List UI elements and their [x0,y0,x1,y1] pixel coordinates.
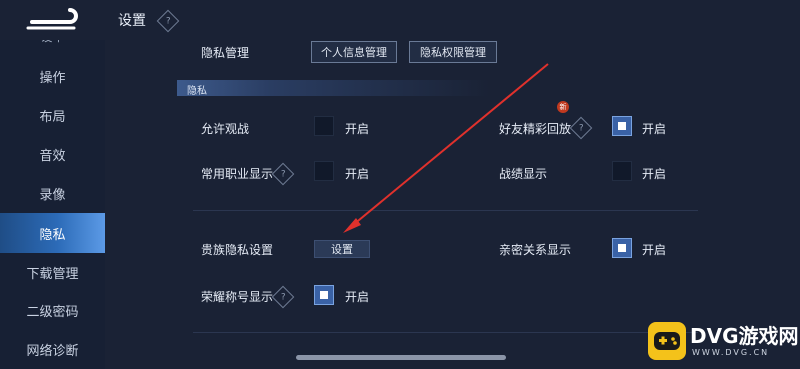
battle-record-label: 战绩显示 [499,167,548,181]
back-arrow-icon [26,8,78,30]
honor-title-state: 开启 [345,290,370,304]
privacy-section-header: 隐私 [177,80,697,97]
sidebar-item-recording[interactable]: 录像 [0,174,105,212]
watermark-url: WWW.DVG.CN [692,348,770,357]
divider [193,332,698,333]
noble-privacy-label: 贵族隐私设置 [201,243,274,257]
watermark-brand: DVG游戏网 [690,324,799,348]
allow-spectate-checkbox[interactable] [314,116,334,136]
sidebar-item-downloads[interactable]: 下载管理 [0,253,105,291]
highlight-replay-state: 开启 [642,122,667,136]
new-badge: 新 [557,101,569,113]
intimate-relation-checkbox[interactable] [612,238,632,258]
sidebar-item-layout[interactable]: 布局 [0,96,105,134]
honor-title-checkbox[interactable] [314,285,334,305]
question-icon[interactable]: ? [271,162,295,186]
common-role-label: 常用职业显示 [201,167,274,181]
watermark: DVG游戏网 WWW.DVG.CN [648,318,799,366]
sidebar-item-audio[interactable]: 音效 [0,135,105,173]
honor-title-label: 荣耀称号显示 [201,290,274,304]
common-role-state: 开启 [345,167,370,181]
battle-record-checkbox[interactable] [612,161,632,181]
privacy-management-label: 隐私管理 [201,46,250,60]
highlight-replay-label: 好友精彩回放 [499,122,572,136]
home-indicator[interactable] [296,355,506,360]
common-role-checkbox[interactable] [314,161,334,181]
question-icon[interactable]: ? [569,116,593,140]
sidebar-item-secondary-password[interactable]: 二级密码 [0,291,105,329]
noble-privacy-settings-button[interactable]: 设置 [314,240,370,258]
highlight-replay-checkbox[interactable] [612,116,632,136]
divider [193,210,698,211]
intimate-relation-state: 开启 [642,243,667,257]
allow-spectate-state: 开启 [345,122,370,136]
back-button[interactable] [24,8,84,32]
sidebar-item-privacy[interactable]: 隐私 [0,213,105,253]
question-icon[interactable]: ? [271,285,295,309]
section-title: 隐私 [187,86,207,97]
intimate-relation-label: 亲密关系显示 [499,243,572,257]
battle-record-state: 开启 [642,167,667,181]
sidebar-item-controls[interactable]: 操作 [0,57,105,95]
personal-info-management-button[interactable]: 个人信息管理 [311,41,397,63]
question-icon[interactable]: ? [156,9,180,33]
gamepad-logo-icon [648,322,686,360]
sidebar-item-network-diagnosis[interactable]: 网络诊断 [0,330,105,368]
top-bar: 设置 ? [0,0,800,40]
sidebar: 设中 操作 布局 音效 录像 隐私 下载管理 二级密码 网络诊断 [0,40,105,369]
allow-spectate-label: 允许观战 [201,122,250,136]
privacy-permission-management-button[interactable]: 隐私权限管理 [409,41,497,63]
page-title: 设置 [118,13,146,29]
sidebar-item-partial[interactable]: 设中 [0,40,105,48]
